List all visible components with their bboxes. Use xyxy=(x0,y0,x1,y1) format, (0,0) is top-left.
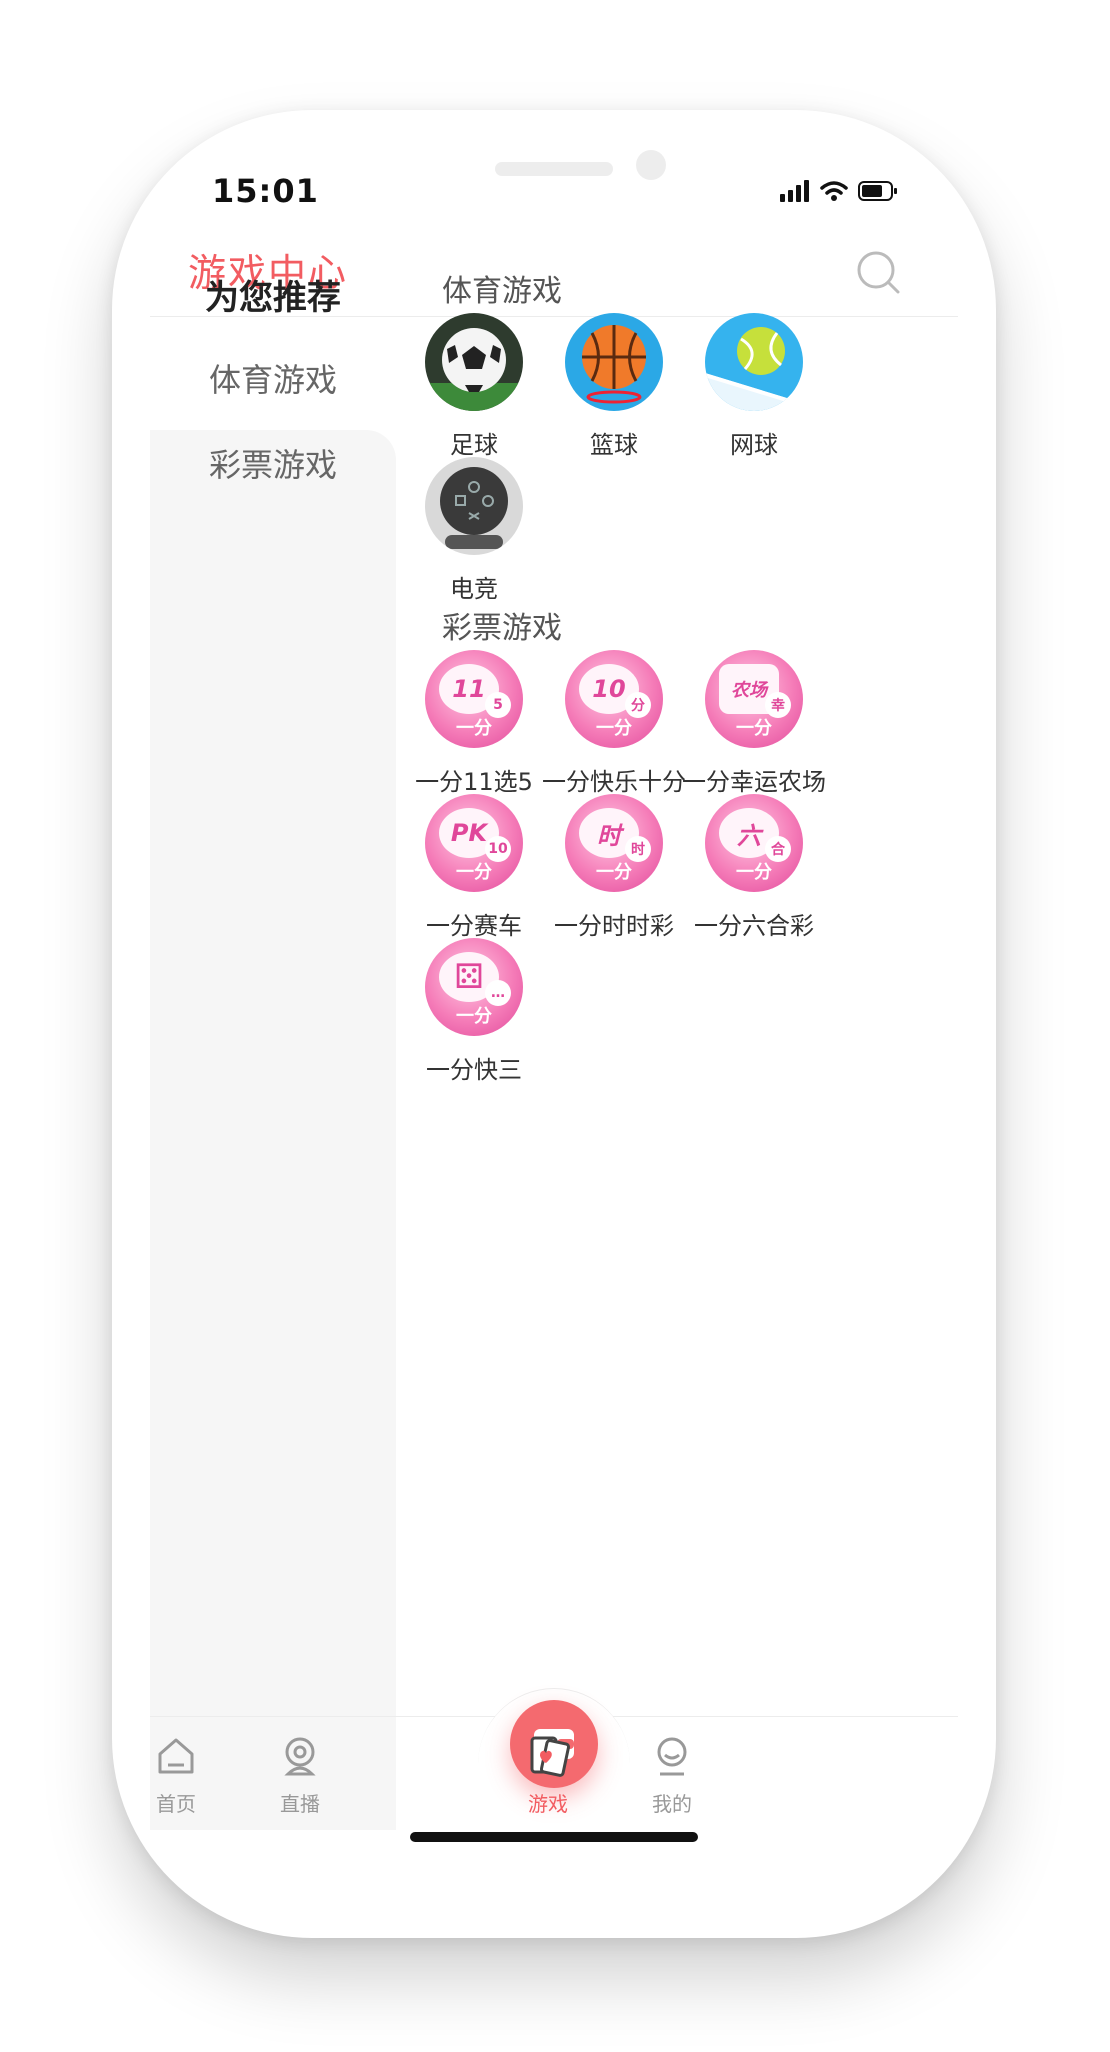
home-indicator xyxy=(410,1832,698,1842)
tab-profile[interactable]: 我的 xyxy=(612,1732,732,1817)
search-icon xyxy=(857,251,900,294)
section-title-sports: 体育游戏 xyxy=(442,274,562,309)
section-title-lottery: 彩票游戏 xyxy=(442,611,562,646)
icon-sub: 一分 xyxy=(456,718,492,739)
game-tennis[interactable]: 网球 xyxy=(664,313,844,460)
icon-sub: 一分 xyxy=(456,1006,492,1027)
lottery-happy10-icon: 10 分 一分 xyxy=(565,650,663,748)
icon-sub: 一分 xyxy=(456,862,492,883)
game-label: 一分六合彩 xyxy=(694,912,814,940)
lottery-pk10-icon: PK 10 一分 xyxy=(425,794,523,892)
tab-home[interactable]: 首页 xyxy=(116,1732,236,1817)
wifi-icon xyxy=(820,181,848,201)
search-button[interactable] xyxy=(852,246,908,302)
tab-label: 我的 xyxy=(652,1792,692,1816)
playing-cards-icon xyxy=(530,1736,571,1777)
front-camera xyxy=(636,150,666,180)
icon-sub: 一分 xyxy=(596,718,632,739)
game-label: 网球 xyxy=(730,431,778,459)
lottery-lhc-icon: 六 合 一分 xyxy=(705,794,803,892)
sidebar-item-recommended[interactable]: 为您推荐 xyxy=(150,270,396,319)
game-label: 一分幸运农场 xyxy=(682,768,826,796)
game-label: 一分快三 xyxy=(426,1056,522,1084)
sidebar xyxy=(150,430,396,1830)
game-esports[interactable]: 电竞 xyxy=(384,457,564,604)
status-time: 15:01 xyxy=(212,172,319,210)
tab-games[interactable]: 游戏 xyxy=(488,1732,608,1817)
lottery-farm-icon: 农场 幸 一分 xyxy=(705,650,803,748)
game-label: 电竞 xyxy=(450,575,498,603)
soccer-ball-icon xyxy=(425,313,523,411)
gamepad-icon xyxy=(425,457,523,555)
tab-label: 游戏 xyxy=(528,1792,568,1816)
icon-sub: 一分 xyxy=(736,718,772,739)
webcam-icon xyxy=(284,1737,316,1776)
phone-frame: 15:01 游戏中心 为您推荐 体育游戏 彩票游戏 体育游戏 足球 篮球 网球 … xyxy=(112,110,996,1938)
icon-sub: 一分 xyxy=(736,862,772,883)
speaker-grill xyxy=(495,162,613,176)
game-lottery-farm[interactable]: 农场 幸 一分 一分幸运农场 xyxy=(664,650,844,797)
icon-sub: 一分 xyxy=(596,862,632,883)
sidebar-item-lottery[interactable]: 彩票游戏 xyxy=(150,440,396,486)
home-icon xyxy=(158,1738,194,1774)
status-icons xyxy=(780,176,898,206)
lottery-ssc-icon: 时 时 一分 xyxy=(565,794,663,892)
game-lottery-lhc[interactable]: 六 合 一分 一分六合彩 xyxy=(664,794,844,941)
sidebar-item-sports[interactable]: 体育游戏 xyxy=(150,355,396,401)
profile-icon xyxy=(657,1737,687,1776)
basketball-icon xyxy=(565,313,663,411)
battery-icon xyxy=(858,181,897,201)
game-lottery-k3[interactable]: ⚄ … 一分 一分快三 xyxy=(384,938,564,1085)
tennis-ball-icon xyxy=(705,313,803,411)
tab-label: 首页 xyxy=(156,1792,196,1816)
lottery-k3-icon: ⚄ … 一分 xyxy=(425,938,523,1036)
lottery-11x5-icon: 11 5 一分 xyxy=(425,650,523,748)
tab-live[interactable]: 直播 xyxy=(240,1732,360,1817)
tab-label: 直播 xyxy=(280,1792,320,1816)
signal-icon xyxy=(780,180,809,202)
